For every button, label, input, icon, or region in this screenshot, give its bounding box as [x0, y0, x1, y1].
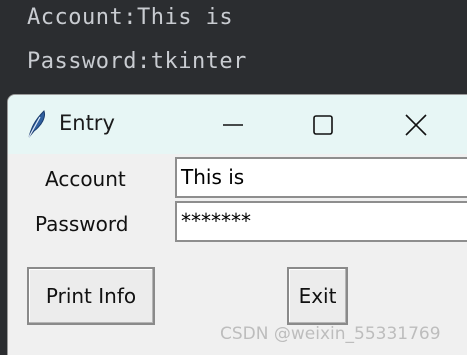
console-output-password: Password:tkinter: [27, 49, 247, 74]
window-title: Entry: [59, 111, 115, 135]
password-label: Password: [35, 212, 129, 236]
watermark: CSDN @weixin_55331769: [220, 324, 441, 344]
account-label: Account: [45, 167, 126, 191]
password-input[interactable]: *******: [175, 201, 467, 242]
exit-button[interactable]: Exit: [287, 267, 348, 325]
maximize-icon: [313, 114, 333, 135]
entry-window: Entry Account This is Password ******* P…: [7, 94, 467, 355]
close-button[interactable]: [386, 95, 446, 154]
console-output-account: Account:This is: [27, 5, 234, 30]
print-info-button[interactable]: Print Info: [27, 267, 155, 325]
minimize-button[interactable]: [203, 95, 263, 154]
maximize-button[interactable]: [293, 95, 353, 154]
account-input[interactable]: This is: [175, 157, 467, 198]
close-icon: [405, 113, 427, 136]
title-bar[interactable]: Entry: [8, 95, 467, 154]
feather-icon: [26, 109, 48, 143]
minimize-icon: [223, 123, 243, 126]
